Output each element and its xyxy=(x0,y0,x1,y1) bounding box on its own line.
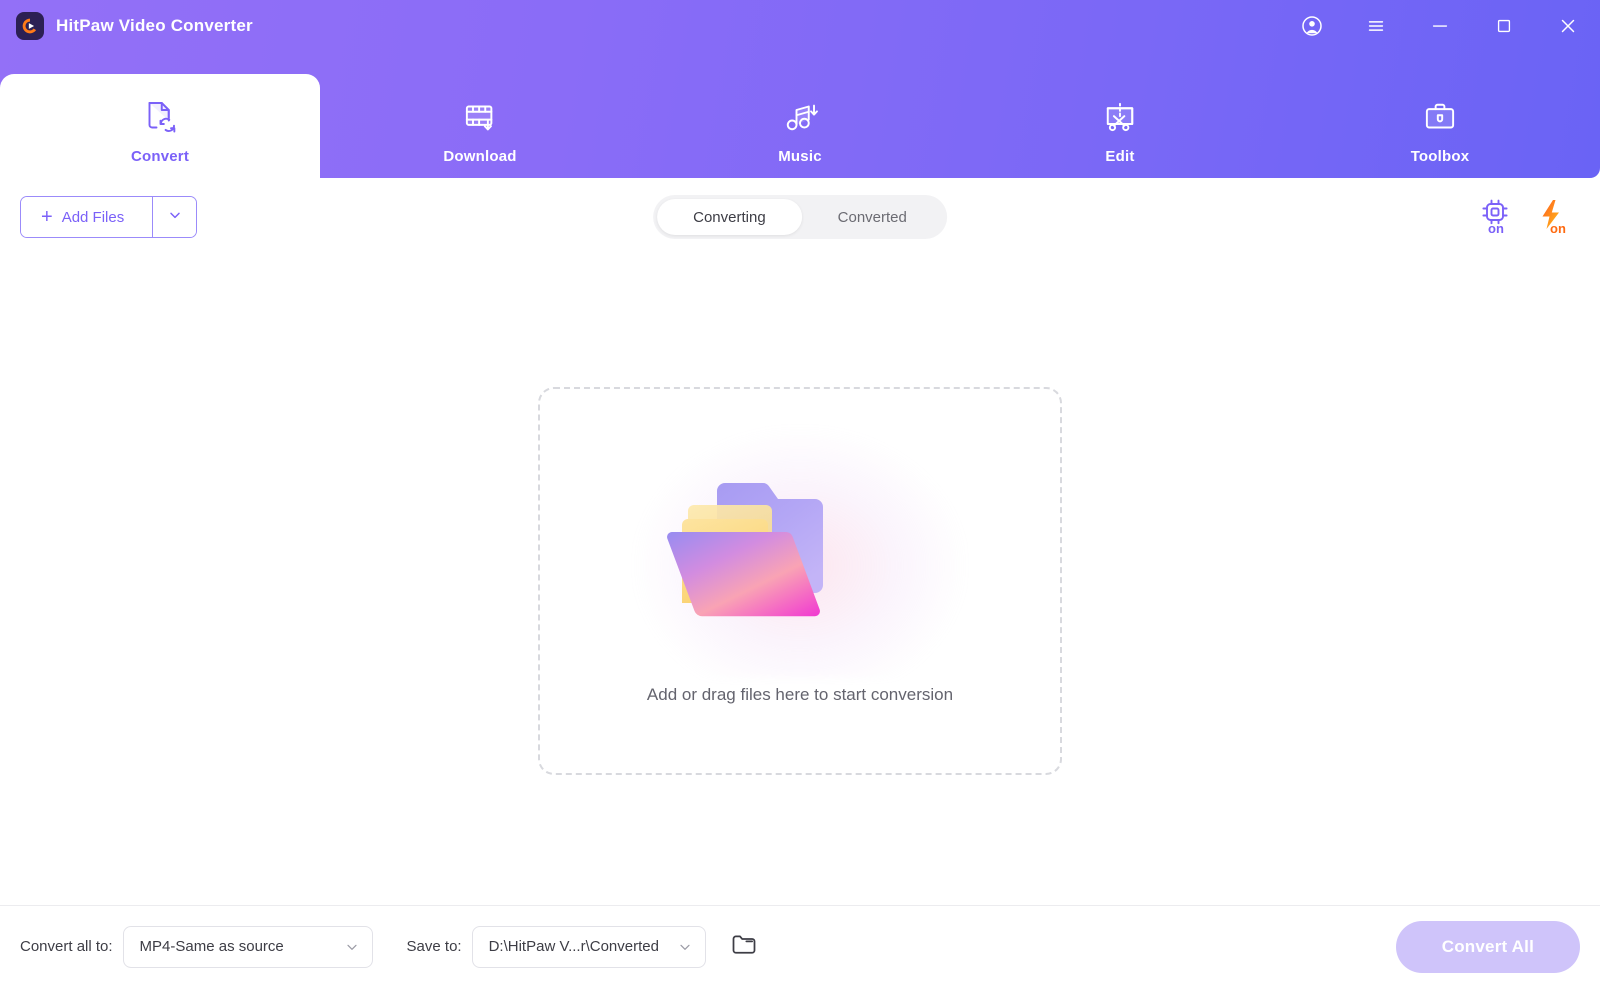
folder-open-icon xyxy=(730,930,758,963)
format-select-value: MP4-Same as source xyxy=(139,938,284,955)
plus-icon: + xyxy=(41,206,53,228)
tab-label: Download xyxy=(443,148,517,165)
app-window: HitPaw Video Converter Convert Download … xyxy=(0,0,1600,987)
browse-folder-button[interactable] xyxy=(724,927,764,967)
file-convert-icon xyxy=(139,96,181,138)
chevron-down-icon xyxy=(677,939,693,955)
convert-all-to-label: Convert all to: xyxy=(20,938,113,955)
toolbox-briefcase-icon xyxy=(1419,96,1461,138)
tab-toolbox[interactable]: Toolbox xyxy=(1280,74,1600,178)
app-header: HitPaw Video Converter Convert Download … xyxy=(0,0,1600,180)
window-controls xyxy=(1280,0,1600,52)
segment-label: Converting xyxy=(693,208,766,226)
add-files-button[interactable]: + Add Files xyxy=(21,197,153,237)
hitpaw-logo-icon xyxy=(16,12,44,40)
format-select[interactable]: MP4-Same as source xyxy=(122,925,373,968)
crop-scissors-icon xyxy=(1099,96,1141,138)
save-to-label: Save to: xyxy=(406,938,462,955)
main-nav: Convert Download Music Edit Toolbox xyxy=(0,74,1600,180)
dropzone-label: Add or drag files here to start conversi… xyxy=(646,684,954,704)
title-bar: HitPaw Video Converter xyxy=(0,0,1600,52)
status-segmented-control: Converting Converted xyxy=(653,195,947,239)
bottom-bar: Convert all to: MP4-Same as source Save … xyxy=(0,905,1600,987)
add-files-label: Add Files xyxy=(61,208,125,226)
menu-icon[interactable] xyxy=(1344,0,1408,52)
maximize-icon[interactable] xyxy=(1472,0,1536,52)
svg-text:on: on xyxy=(1550,221,1566,236)
tab-label: Convert xyxy=(130,148,190,165)
music-note-download-icon xyxy=(779,96,821,138)
svg-text:on: on xyxy=(1488,221,1504,236)
tab-download[interactable]: Download xyxy=(320,74,640,178)
convert-all-button[interactable]: Convert All xyxy=(1395,920,1580,973)
account-icon[interactable] xyxy=(1280,0,1344,52)
lightning-bolt-icon[interactable]: on xyxy=(1534,198,1574,236)
tab-label: Music xyxy=(778,148,822,165)
chevron-down-icon xyxy=(167,207,183,228)
minimize-icon[interactable] xyxy=(1408,0,1472,52)
tab-label: Edit xyxy=(1105,148,1135,165)
segment-label: Converted xyxy=(837,208,907,226)
tab-label: Toolbox xyxy=(1410,148,1470,165)
chip-icon[interactable]: on xyxy=(1476,198,1516,236)
toolbar-right-icons: on on xyxy=(1476,198,1580,236)
folder-files-illustration xyxy=(635,427,965,678)
tab-converted[interactable]: Converted xyxy=(802,199,943,235)
save-path-value: D:\HitPaw V...r\Converted xyxy=(488,938,659,955)
add-files-button-group: + Add Files xyxy=(20,196,198,238)
tab-converting[interactable]: Converting xyxy=(657,199,802,235)
tab-edit[interactable]: Edit xyxy=(960,74,1280,178)
app-title: HitPaw Video Converter xyxy=(56,16,253,35)
chevron-down-icon xyxy=(344,939,360,955)
film-download-icon xyxy=(459,96,501,138)
content-toolbar: + Add Files Converting Converted on on xyxy=(0,178,1600,256)
file-dropzone[interactable]: Add or drag files here to start conversi… xyxy=(538,386,1062,775)
tab-convert[interactable]: Convert xyxy=(0,74,320,180)
main-content: Add or drag files here to start conversi… xyxy=(0,256,1600,905)
save-path-select[interactable]: D:\HitPaw V...r\Converted xyxy=(471,925,706,968)
tab-music[interactable]: Music xyxy=(640,74,960,178)
add-files-dropdown-button[interactable] xyxy=(152,197,197,237)
close-icon[interactable] xyxy=(1536,0,1600,52)
